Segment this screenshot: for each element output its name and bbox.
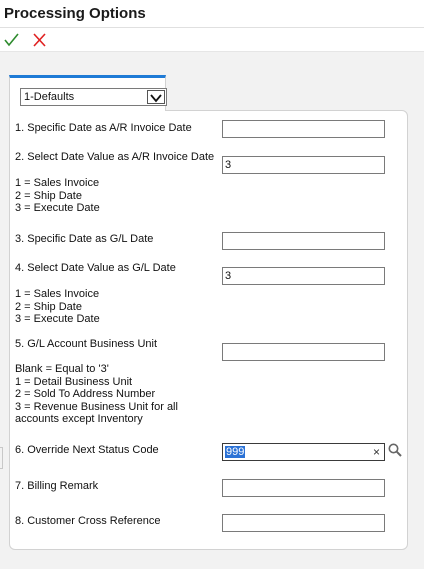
page-title: Processing Options [4, 5, 146, 22]
option-2-note-1: 1 = Sales Invoice [15, 177, 100, 189]
option-6-label: 6. Override Next Status Code [15, 444, 159, 456]
option-2-field[interactable] [222, 156, 385, 174]
option-7-label: 7. Billing Remark [15, 480, 99, 492]
tab-defaults[interactable]: 1-Defaults [9, 75, 167, 111]
option-8-label: 8. Customer Cross Reference [15, 515, 161, 527]
option-6-field[interactable]: 999 × [222, 443, 385, 461]
option-8-field[interactable] [222, 514, 385, 532]
option-3-label: 3. Specific Date as G/L Date [15, 233, 154, 245]
option-4-note-3: 3 = Execute Date [15, 313, 100, 325]
option-5-field[interactable] [222, 343, 385, 361]
chevron-down-icon[interactable] [147, 90, 165, 104]
option-4-field[interactable] [222, 267, 385, 285]
option-5-label: 5. G/L Account Business Unit [15, 338, 158, 350]
option-2-note-3: 3 = Execute Date [15, 202, 100, 214]
option-4-note-1: 1 = Sales Invoice [15, 288, 100, 300]
tab-select-value: 1-Defaults [24, 91, 75, 103]
option-2-label: 2. Select Date Value as A/R Invoice Date [15, 151, 215, 163]
search-icon[interactable] [387, 442, 403, 458]
option-1-label: 1. Specific Date as A/R Invoice Date [15, 122, 192, 134]
toolbar [0, 28, 424, 52]
option-3-field[interactable] [222, 232, 385, 250]
option-5-note-1: Blank = Equal to '3' [15, 363, 109, 375]
tab-select[interactable]: 1-Defaults [20, 88, 167, 106]
option-7-field[interactable] [222, 479, 385, 497]
close-icon[interactable] [30, 31, 48, 49]
option-5-note-3: 2 = Sold To Address Number [15, 388, 156, 400]
option-5-note-2: 1 = Detail Business Unit [15, 375, 133, 388]
title-bar: Processing Options [0, 0, 424, 28]
option-4-note-2: 2 = Ship Date [15, 300, 82, 313]
option-5-note-5: accounts except Inventory [15, 413, 143, 425]
clear-icon[interactable]: × [373, 445, 380, 459]
side-collapse-handle[interactable] [0, 447, 3, 469]
option-5-note-4: 3 = Revenue Business Unit for all [15, 400, 178, 413]
checkmark-icon[interactable] [2, 31, 20, 49]
option-4-label: 4. Select Date Value as G/L Date [15, 262, 176, 274]
option-6-value: 999 [225, 446, 246, 458]
option-1-field[interactable] [222, 120, 385, 138]
option-2-note-2: 2 = Ship Date [15, 189, 82, 202]
